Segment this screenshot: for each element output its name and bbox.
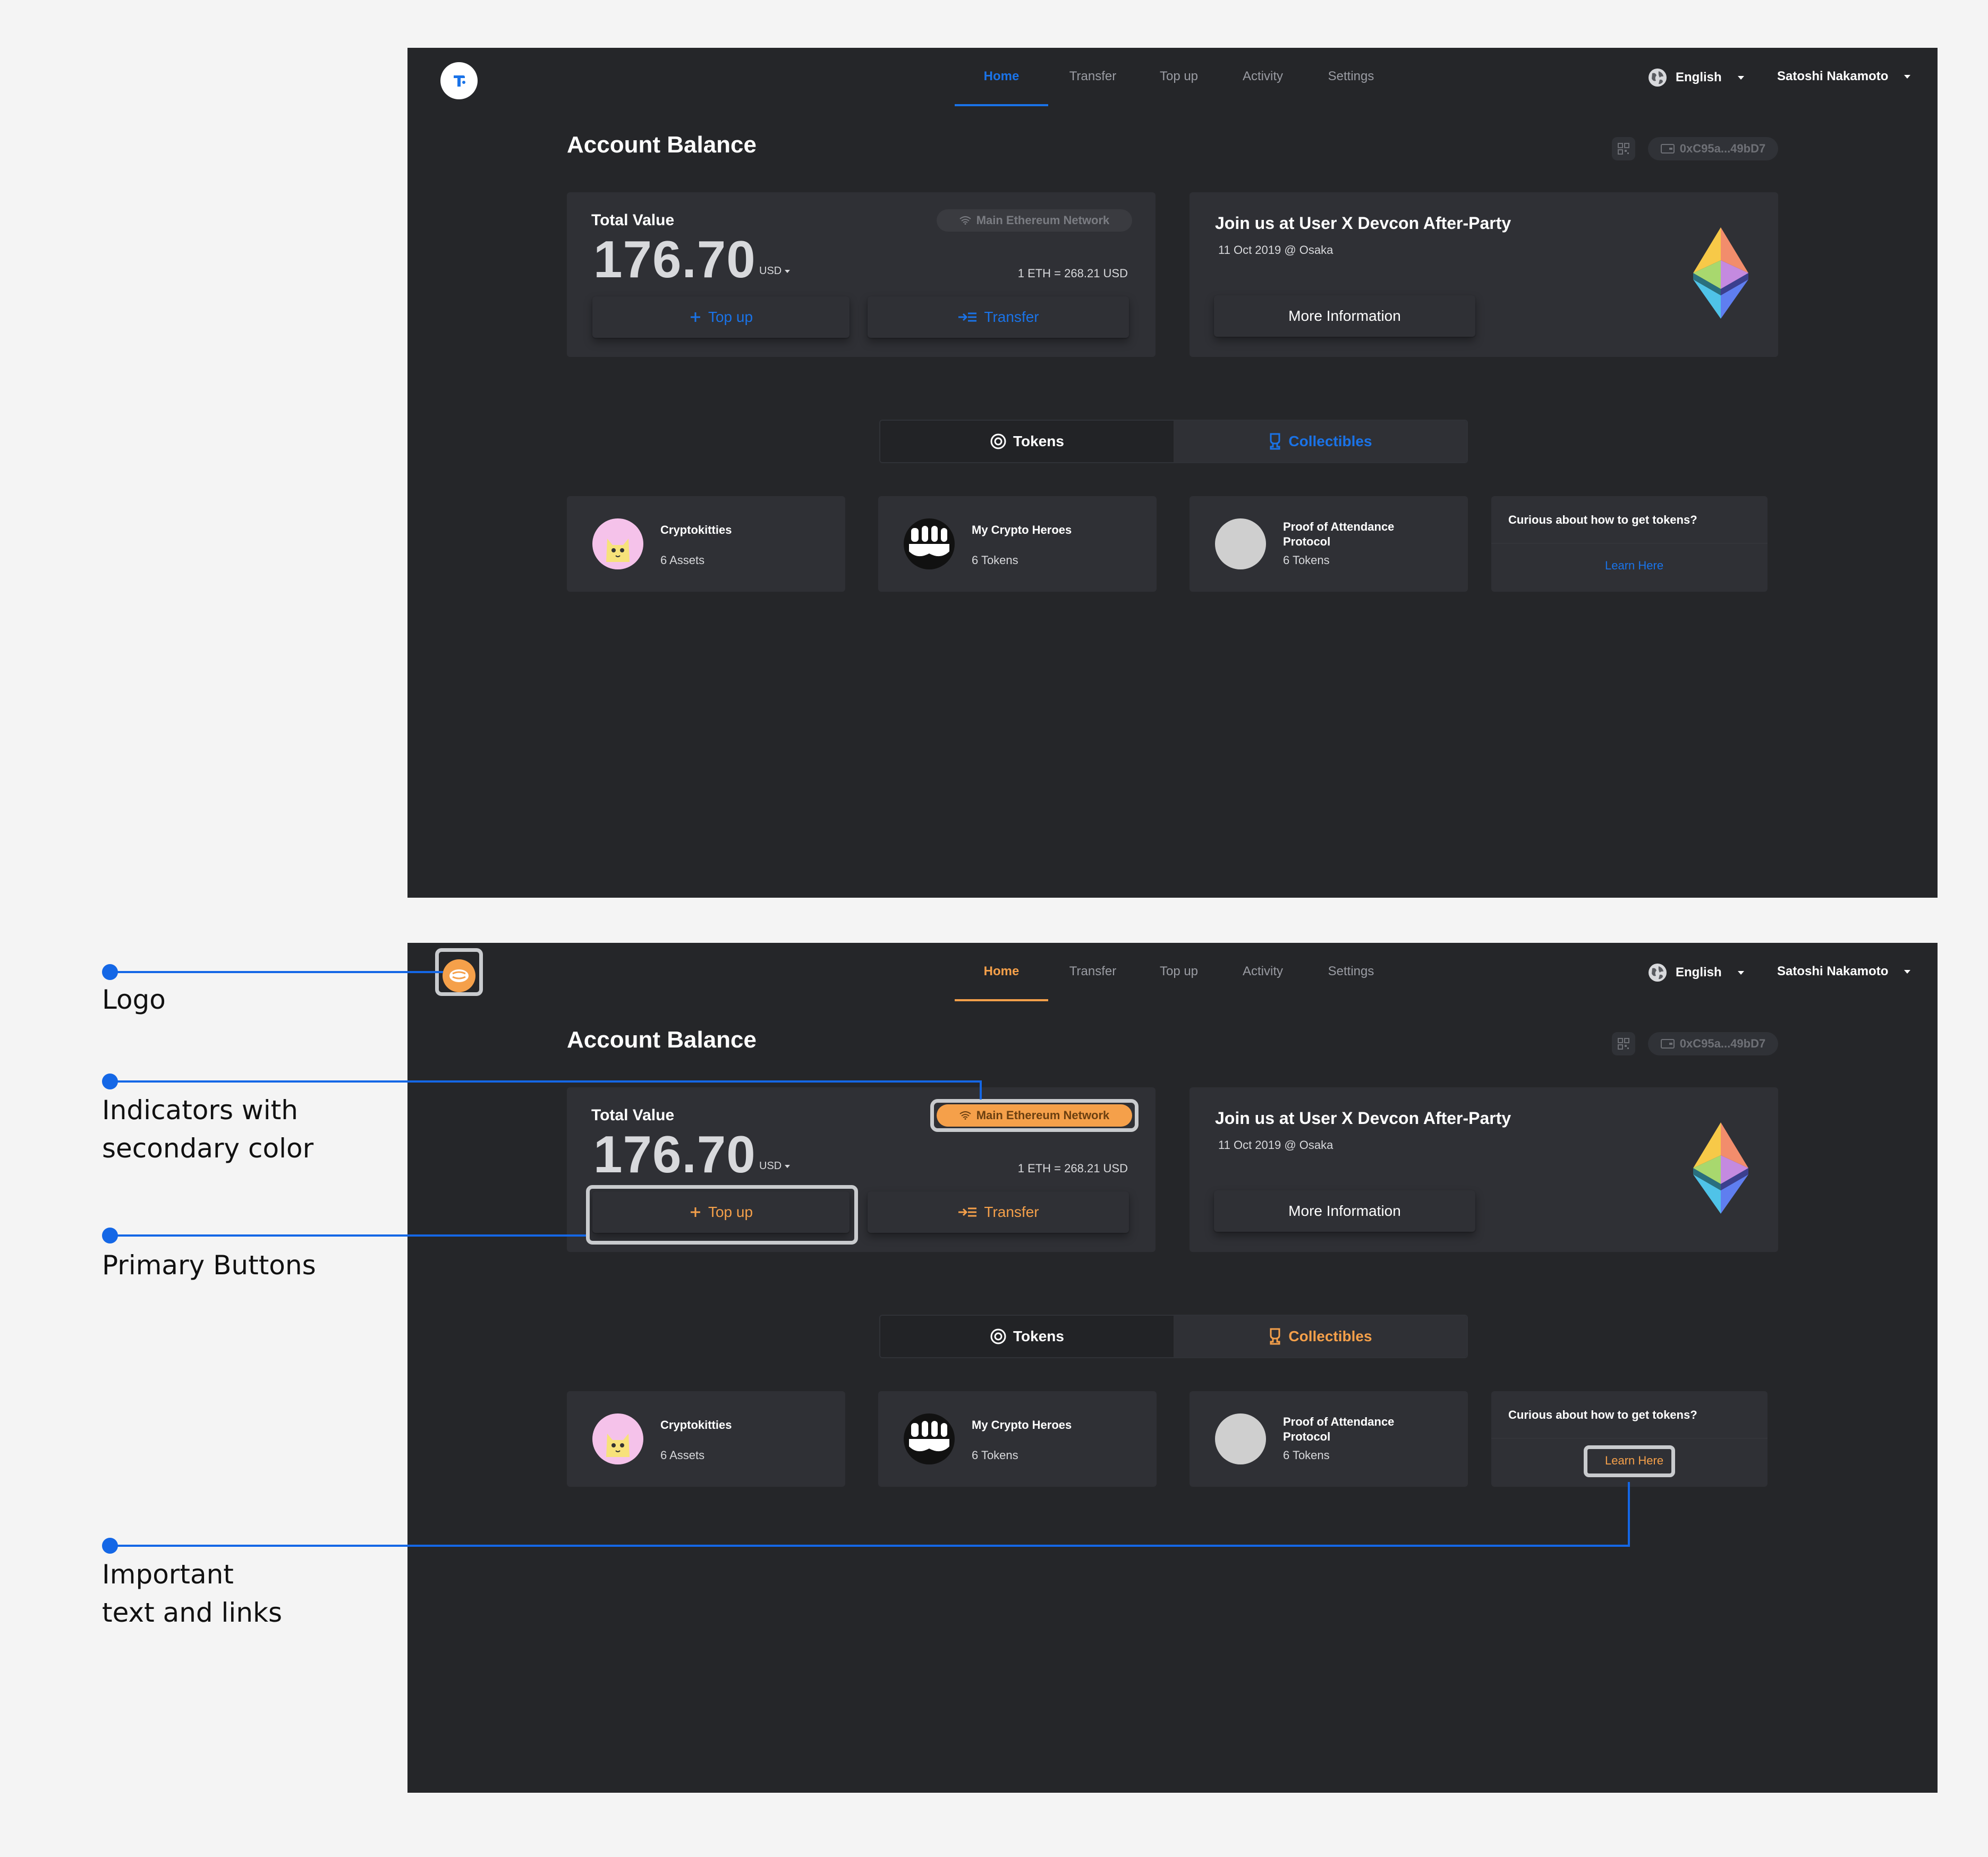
callout-dot xyxy=(102,964,118,980)
annotation-primary-buttons: Primary Buttons xyxy=(102,1250,316,1281)
callout-dot xyxy=(102,1538,118,1554)
annotation-important-line1: Important xyxy=(102,1559,234,1590)
annotation-important-line2: text and links xyxy=(102,1597,283,1628)
annotation-indicators-line1: Indicators with xyxy=(102,1095,298,1126)
annotation-logo: Logo xyxy=(102,984,166,1015)
link-callout-line xyxy=(110,1482,1630,1547)
callout-lines xyxy=(110,971,1630,1547)
annotation-indicators-line2: secondary color xyxy=(102,1133,314,1164)
callout-dot xyxy=(102,1074,118,1089)
callout-dot xyxy=(102,1228,118,1243)
